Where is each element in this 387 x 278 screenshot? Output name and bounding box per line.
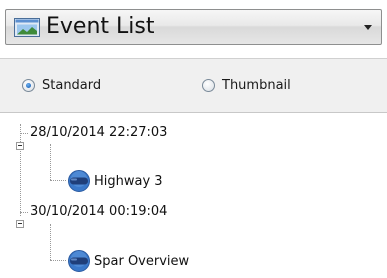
event-timestamp: 30/10/2014 00:19:04 xyxy=(30,204,168,219)
radio-thumbnail[interactable]: Thumbnail xyxy=(202,77,322,95)
tree-line xyxy=(20,133,28,134)
chevron-down-icon[interactable] xyxy=(364,25,372,30)
camera-label: Spar Overview xyxy=(94,254,190,269)
tree-line xyxy=(50,260,66,261)
camera-icon xyxy=(68,170,90,192)
tree-node-event-1[interactable]: 28/10/2014 22:27:03 xyxy=(0,124,200,150)
tree-line xyxy=(50,180,66,181)
radio-standard-circle[interactable] xyxy=(22,79,35,92)
event-list-dropdown[interactable]: Event List xyxy=(5,9,382,45)
camera-icon xyxy=(68,250,90,272)
radio-thumbnail-circle[interactable] xyxy=(202,79,215,92)
tree-node-event-2[interactable]: 30/10/2014 00:19:04 xyxy=(0,203,200,228)
collapse-toggle-icon[interactable] xyxy=(16,142,24,150)
tree-node-camera-highway-3[interactable]: Highway 3 xyxy=(0,170,200,194)
radio-selected-dot xyxy=(26,83,31,88)
tree-node-camera-spar-overview[interactable]: Spar Overview xyxy=(0,248,220,272)
event-list-title: Event List xyxy=(46,14,155,39)
tree-line xyxy=(20,212,28,213)
event-list-panel: Event List Standard Thumbnail 28/10/2014… xyxy=(0,0,387,278)
event-list-header: Event List xyxy=(0,0,387,54)
camera-label: Highway 3 xyxy=(94,174,163,189)
event-timestamp: 28/10/2014 22:27:03 xyxy=(30,125,168,140)
event-list-icon xyxy=(14,18,40,37)
radio-standard-label[interactable]: Standard xyxy=(42,77,101,94)
view-mode-bar: Standard Thumbnail xyxy=(0,58,387,113)
radio-thumbnail-label[interactable]: Thumbnail xyxy=(222,77,291,94)
event-tree: 28/10/2014 22:27:03 Highway 3 30/10/2014… xyxy=(0,114,387,278)
radio-standard[interactable]: Standard xyxy=(22,77,132,95)
collapse-toggle-icon[interactable] xyxy=(16,220,24,228)
